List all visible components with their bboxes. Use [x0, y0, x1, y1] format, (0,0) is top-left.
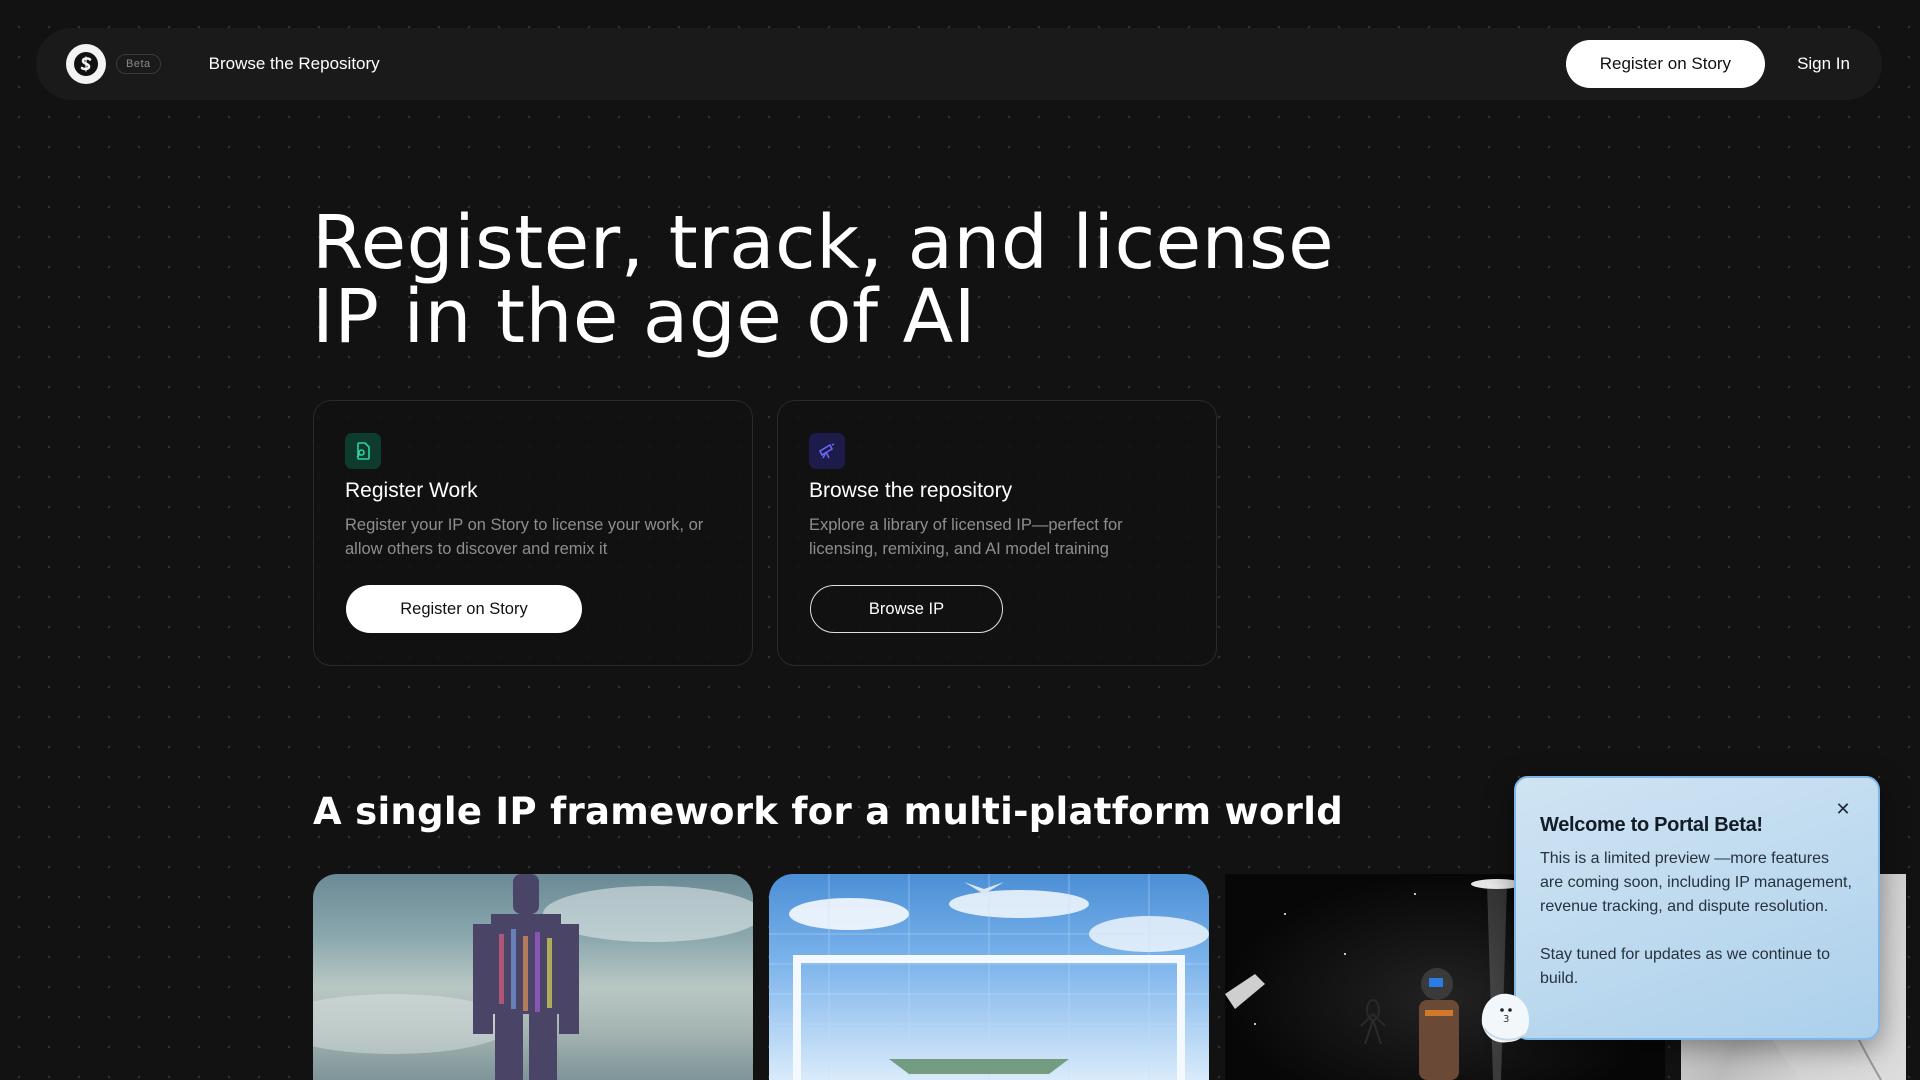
card-title: Browse the repository: [809, 479, 1013, 502]
close-icon[interactable]: ✕: [1832, 798, 1854, 820]
telescope-icon: [809, 433, 845, 469]
svg-text:3: 3: [1503, 1014, 1509, 1025]
beta-badge: Beta: [116, 54, 161, 74]
file-register-icon: [345, 433, 381, 469]
toast-message-followup: Stay tuned for updates as we continue to…: [1540, 946, 1830, 987]
card-register-on-story-button[interactable]: Register on Story: [346, 585, 582, 633]
ghost-mascot-icon: 3: [1481, 993, 1530, 1043]
card-title: Register Work: [345, 479, 478, 502]
browse-repository-link[interactable]: Browse the Repository: [209, 54, 380, 74]
section-title: A single IP framework for a multi-platfo…: [313, 790, 1344, 833]
hero-title: Register, track, and license IP in the a…: [312, 206, 1462, 354]
browse-ip-button[interactable]: Browse IP: [810, 585, 1003, 633]
story-logo[interactable]: [66, 44, 106, 84]
hero-title-line-2: IP in the age of AI: [312, 274, 977, 360]
story-logo-icon: [74, 52, 98, 76]
card-description: Explore a library of licensed IP—perfect…: [809, 516, 1123, 558]
pixel-figure-image: [313, 874, 753, 1080]
top-navigation: Beta Browse the Repository Register on S…: [36, 28, 1882, 100]
sky-frame-image: [769, 874, 1209, 1080]
register-on-story-button[interactable]: Register on Story: [1565, 40, 1766, 88]
card-description: Register your IP on Story to license you…: [345, 516, 704, 558]
toast-title: Welcome to Portal Beta!: [1540, 814, 1763, 836]
toast-message: This is a limited preview —more features…: [1540, 850, 1852, 915]
toast-body: This is a limited preview —more features…: [1540, 847, 1854, 991]
register-work-card: Register Work Register your IP on Story …: [313, 400, 753, 666]
sign-in-link[interactable]: Sign In: [1797, 54, 1850, 74]
gallery-tile-pixel-figure[interactable]: [313, 874, 753, 1080]
browse-repository-card: Browse the repository Explore a library …: [777, 400, 1217, 666]
welcome-toast: ✕ Welcome to Portal Beta! This is a limi…: [1514, 776, 1880, 1040]
gallery-tile-sky-frame[interactable]: [769, 874, 1209, 1080]
